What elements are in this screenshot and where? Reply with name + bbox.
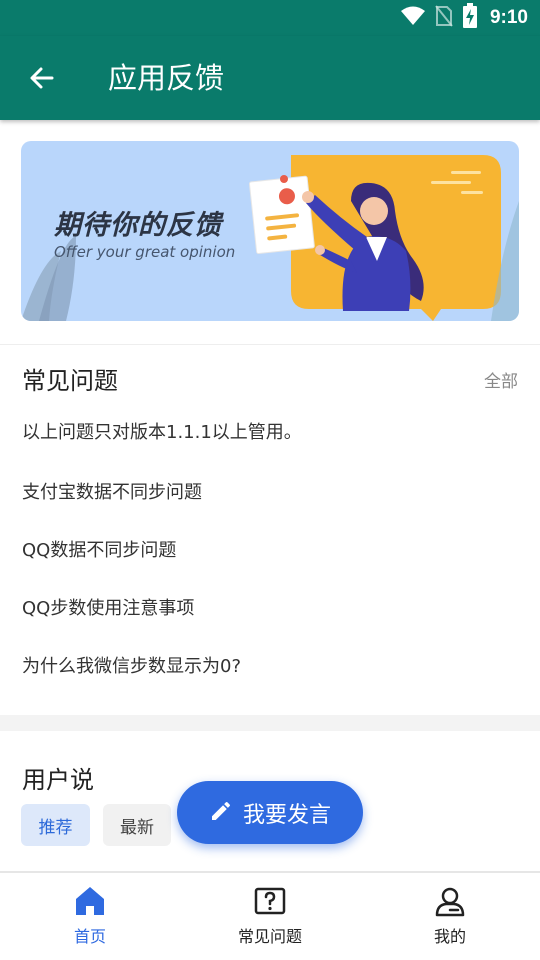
post-comment-label: 我要发言 xyxy=(242,802,331,828)
faq-item[interactable]: 支付宝数据不同步问题 xyxy=(22,478,202,504)
divider xyxy=(0,344,540,345)
status-time: 9:10 xyxy=(489,7,528,28)
nav-label-mine: 我的 xyxy=(433,927,466,946)
faq-item[interactable]: 为什么我微信步数显示为0? xyxy=(22,652,241,678)
faq-view-all-link[interactable]: 全部 xyxy=(484,367,518,392)
nav-item-faq[interactable]: 常见问题 xyxy=(210,885,330,947)
faq-section-title: 常见问题 xyxy=(22,367,118,395)
faq-item[interactable]: 以上问题只对版本1.1.1以上管用。 xyxy=(22,418,302,444)
post-comment-button[interactable]: 我要发言 xyxy=(177,781,363,844)
page-title: 应用反馈 xyxy=(108,61,225,95)
banner-title: 期待你的反馈 xyxy=(54,210,222,241)
status-icons: 9:10 xyxy=(400,3,528,33)
user-says-title: 用户说 xyxy=(22,766,94,794)
feedback-banner: 期待你的反馈 Offer your great opinion xyxy=(21,141,519,321)
wifi-icon xyxy=(400,5,426,31)
person-icon xyxy=(434,885,466,921)
no-sim-icon xyxy=(434,4,454,32)
banner-subtitle: Offer your great opinion xyxy=(54,243,236,261)
faq-item[interactable]: QQ步数使用注意事项 xyxy=(22,594,194,620)
nav-label-faq: 常见问题 xyxy=(237,927,302,946)
nav-item-mine[interactable]: 我的 xyxy=(390,885,510,947)
home-icon xyxy=(74,885,106,921)
nav-label-home: 首页 xyxy=(73,927,106,946)
tab-recommended[interactable]: 推荐 xyxy=(21,804,90,846)
back-button[interactable] xyxy=(20,58,64,102)
bottom-navigation: 首页 常见问题 我的 xyxy=(0,871,540,960)
status-bar: 9:10 xyxy=(0,0,540,36)
section-separator xyxy=(0,715,540,731)
nav-item-home[interactable]: 首页 xyxy=(30,885,150,947)
question-icon xyxy=(254,885,286,921)
arrow-left-icon xyxy=(28,64,56,96)
battery-charging-icon xyxy=(462,3,478,33)
faq-item[interactable]: QQ数据不同步问题 xyxy=(22,536,176,562)
app-bar: 应用反馈 xyxy=(0,36,540,120)
pencil-icon xyxy=(209,799,233,827)
tab-latest[interactable]: 最新 xyxy=(103,804,171,846)
